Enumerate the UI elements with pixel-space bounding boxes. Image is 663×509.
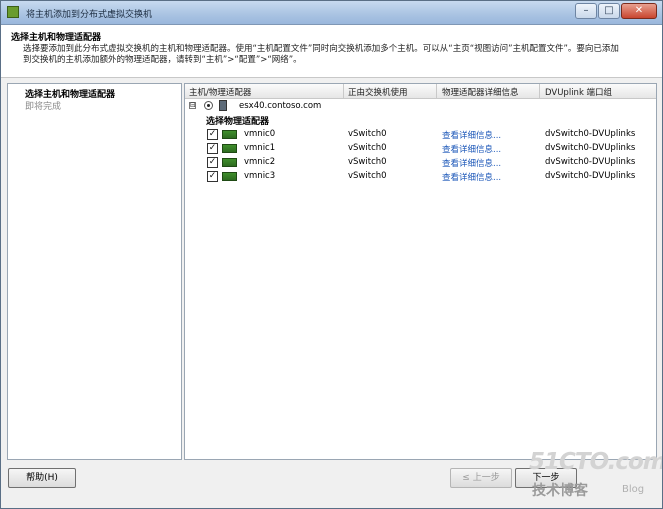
page-description: 选择要添加到此分布式虚拟交换机的主机和物理适配器。使用“主机配置文件”同时向交换… <box>23 44 619 65</box>
adapter-switch: vSwitch0 <box>348 143 387 153</box>
view-details-link[interactable]: 查看详细信息... <box>442 157 501 169</box>
host-name: esx40.contoso.com <box>239 101 322 111</box>
column-divider[interactable] <box>436 84 437 98</box>
column-header-uplink[interactable]: DVUplink 端口组 <box>545 86 612 98</box>
table-header: 主机/物理适配器 正由交换机使用 物理适配器详细信息 DVUplink 端口组 <box>185 84 656 99</box>
column-header-details[interactable]: 物理适配器详细信息 <box>442 86 519 98</box>
step-ready-to-complete: 即将完成 <box>25 102 62 112</box>
collapse-icon[interactable]: ⊟ <box>189 102 196 109</box>
title-bar[interactable]: 将主机添加到分布式虚拟交换机 – □ ✕ <box>1 1 662 25</box>
uplink-portgroup: dvSwitch0-DVUplinks <box>545 171 636 181</box>
window-title: 将主机添加到分布式虚拟交换机 <box>26 10 153 20</box>
adapter-name: vmnic1 <box>244 143 276 153</box>
table-row: ✓ vmnic3 vSwitch0 查看详细信息... dvSwitch0-DV… <box>185 169 656 183</box>
watermark-subtitle: 技术博客 <box>532 483 588 499</box>
minimize-button[interactable]: – <box>575 3 597 19</box>
network-adapter-icon <box>222 130 237 139</box>
column-divider[interactable] <box>539 84 540 98</box>
column-divider[interactable] <box>343 84 344 98</box>
table-row: ✓ vmnic0 vSwitch0 查看详细信息... dvSwitch0-DV… <box>185 127 656 141</box>
adapter-group-label: 选择物理适配器 <box>206 117 270 127</box>
wizard-window: 将主机添加到分布式虚拟交换机 – □ ✕ 选择主机和物理适配器 选择要添加到此分… <box>0 0 663 509</box>
uplink-portgroup: dvSwitch0-DVUplinks <box>545 143 636 153</box>
host-radio-button[interactable] <box>204 101 213 110</box>
adapter-checkbox[interactable]: ✓ <box>207 143 218 154</box>
view-details-link[interactable]: 查看详细信息... <box>442 143 501 155</box>
watermark-logo-text: 51CTO.com <box>529 449 663 475</box>
adapter-name: vmnic0 <box>244 129 276 139</box>
adapter-name: vmnic3 <box>244 171 276 181</box>
uplink-portgroup: dvSwitch0-DVUplinks <box>545 157 636 167</box>
adapter-checkbox[interactable]: ✓ <box>207 129 218 140</box>
adapter-name: vmnic2 <box>244 157 276 167</box>
adapter-switch: vSwitch0 <box>348 129 387 139</box>
back-button[interactable]: ≤ 上一步 <box>450 468 512 488</box>
column-header-host[interactable]: 主机/物理适配器 <box>189 86 251 98</box>
wizard-header: 选择主机和物理适配器 选择要添加到此分布式虚拟交换机的主机和物理适配器。使用“主… <box>1 25 662 78</box>
network-adapter-icon <box>222 172 237 181</box>
network-adapter-icon <box>222 144 237 153</box>
maximize-button[interactable]: □ <box>598 3 620 19</box>
server-icon <box>219 100 227 111</box>
adapter-switch: vSwitch0 <box>348 157 387 167</box>
view-details-link[interactable]: 查看详细信息... <box>442 129 501 141</box>
close-button[interactable]: ✕ <box>621 3 657 19</box>
adapter-checkbox[interactable]: ✓ <box>207 171 218 182</box>
uplink-portgroup: dvSwitch0-DVUplinks <box>545 129 636 139</box>
table-row: ✓ vmnic1 vSwitch0 查看详细信息... dvSwitch0-DV… <box>185 141 656 155</box>
view-details-link[interactable]: 查看详细信息... <box>442 171 501 183</box>
host-adapter-table: 主机/物理适配器 正由交换机使用 物理适配器详细信息 DVUplink 端口组 … <box>184 83 657 460</box>
table-row: ✓ vmnic2 vSwitch0 查看详细信息... dvSwitch0-DV… <box>185 155 656 169</box>
network-adapter-icon <box>222 158 237 167</box>
page-title: 选择主机和物理适配器 <box>11 33 102 43</box>
app-icon <box>7 6 19 18</box>
site-watermark: 51CTO.com 技术博客 Blog <box>529 449 662 504</box>
wizard-steps: 选择主机和物理适配器 即将完成 <box>7 83 182 460</box>
adapter-switch: vSwitch0 <box>348 171 387 181</box>
column-header-in-use[interactable]: 正由交换机使用 <box>348 86 408 98</box>
help-button[interactable]: 帮助(H) <box>8 468 76 488</box>
watermark-blog: Blog <box>622 484 645 495</box>
adapter-checkbox[interactable]: ✓ <box>207 157 218 168</box>
